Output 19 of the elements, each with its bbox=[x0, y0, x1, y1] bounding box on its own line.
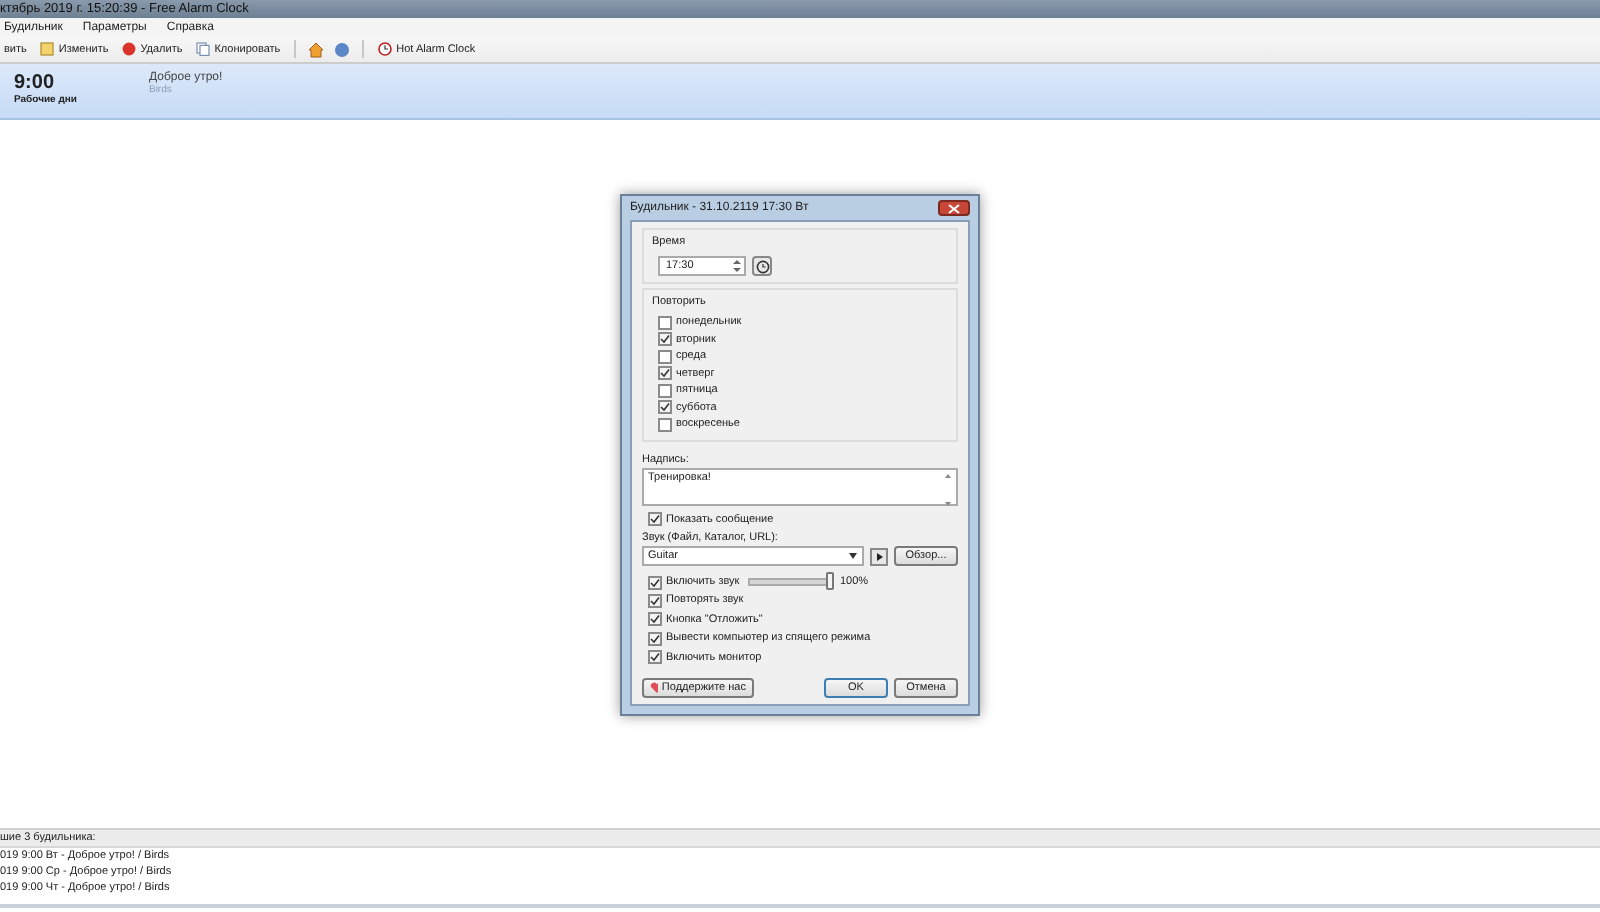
check-icon bbox=[660, 368, 670, 379]
spinner-icon bbox=[732, 258, 742, 274]
play-icon bbox=[875, 551, 883, 561]
close-icon bbox=[948, 203, 960, 213]
check-icon bbox=[650, 514, 660, 525]
play-button[interactable] bbox=[870, 547, 888, 565]
volume-slider[interactable] bbox=[748, 578, 832, 587]
home-icon[interactable] bbox=[308, 41, 325, 57]
check-icon bbox=[660, 402, 670, 413]
heart-icon bbox=[650, 682, 658, 694]
check-icon bbox=[660, 334, 670, 345]
delete-icon bbox=[122, 42, 137, 56]
alarm-time: 9:00 bbox=[14, 72, 57, 94]
copy-icon bbox=[196, 42, 211, 56]
clock-icon bbox=[378, 42, 393, 56]
clock-button[interactable] bbox=[752, 256, 772, 276]
clock-icon bbox=[755, 259, 769, 273]
close-button[interactable] bbox=[938, 200, 970, 216]
caret-icon bbox=[848, 552, 858, 560]
